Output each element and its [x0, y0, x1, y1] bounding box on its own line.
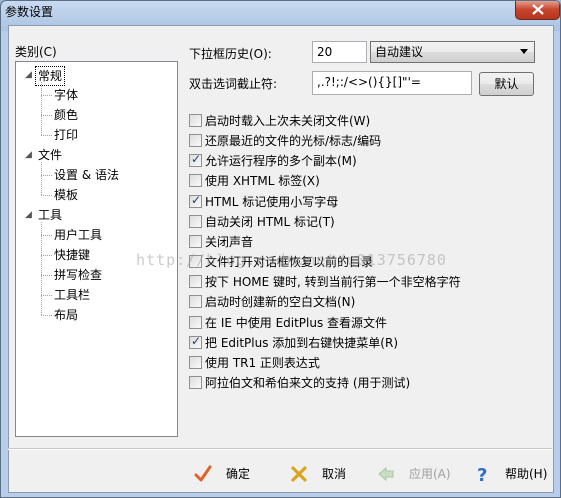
- option-label: 启动时创建新的空白文档(N): [205, 295, 356, 310]
- chevron-down-icon: [520, 49, 528, 54]
- tree-subcategory-item[interactable]: 设置 & 语法: [54, 166, 119, 184]
- tree-connector: [41, 95, 52, 96]
- option-label: 关闭声音: [205, 234, 254, 249]
- tree-subcategory-item[interactable]: 颜色: [54, 106, 78, 124]
- option-checkbox[interactable]: ✓: [189, 333, 202, 349]
- checkmark-icon: ✓: [191, 333, 202, 348]
- tree-subcategory-item[interactable]: 用户工具: [54, 226, 102, 244]
- checkmark-icon: ✓: [191, 192, 202, 207]
- title-bar: 参数设置: [1, 1, 560, 25]
- option-checkbox[interactable]: [189, 375, 202, 389]
- option-checkbox[interactable]: [189, 174, 202, 188]
- option-checkbox[interactable]: [189, 275, 202, 289]
- option-checkbox[interactable]: [189, 295, 202, 309]
- ok-label: 确定: [226, 467, 251, 481]
- option-label: 启动时载入上次未关闭文件(W): [205, 114, 371, 128]
- delimiters-label: 双击选词截止符:: [189, 77, 278, 91]
- help-label: 帮助(H): [505, 467, 548, 481]
- question-mark-icon: ?: [477, 465, 487, 483]
- svg-text:?: ?: [477, 465, 487, 483]
- tree-subcategory-item[interactable]: 字体: [54, 86, 78, 104]
- option-label: 使用 XHTML 标签(X): [205, 174, 320, 189]
- tree-connector: [41, 222, 42, 315]
- category-label: 类别(C): [15, 45, 57, 59]
- dialog-window: 参数设置 类别(C) 常规 ◢ 字体 颜色 打印 文件 ◢ 设置 & 语法 模板 工具 ◢ 用户工具快…: [0, 0, 561, 498]
- x-cross-icon: [291, 466, 307, 482]
- tree-connector: [41, 135, 52, 136]
- dropdown-history-input[interactable]: 20: [312, 41, 367, 63]
- option-checkbox[interactable]: [189, 234, 202, 248]
- checkmark-icon: [194, 465, 212, 482]
- option-label: 允许运行程序的多个副本(M): [205, 154, 357, 169]
- option-checkbox[interactable]: ✓: [189, 152, 202, 168]
- help-button[interactable]: ? 帮助(H): [473, 463, 547, 485]
- checkmark-icon: ✓: [191, 152, 202, 167]
- option-label: 阿拉伯文和希伯来文的支持 (用于测试): [205, 375, 411, 390]
- category-tree[interactable]: 常规 ◢ 字体 颜色 打印 文件 ◢ 设置 & 语法 模板 工具 ◢ 用户工具 快捷键 拼写检查 工具栏 布局: [15, 61, 178, 437]
- watermark-text: http://blog.csdn.net/u013756780: [136, 251, 447, 269]
- tree-connector: [41, 195, 52, 196]
- option-label: 自动关闭 HTML 标记(T): [205, 214, 335, 229]
- close-x-icon: [531, 4, 544, 15]
- tree-connector: [41, 255, 52, 256]
- option-checkbox[interactable]: [189, 315, 202, 329]
- window-title: 参数设置: [5, 5, 54, 19]
- cancel-button[interactable]: 取消: [290, 463, 360, 485]
- expand-toggle-icon[interactable]: ◢: [24, 151, 33, 160]
- tree-connector: [41, 315, 52, 316]
- tree-connector: [41, 82, 42, 135]
- tree-subcategory-item[interactable]: 工具栏: [54, 286, 90, 304]
- option-checkbox[interactable]: [189, 355, 202, 369]
- option-checkbox[interactable]: [189, 114, 202, 127]
- apply-label: 应用(A): [409, 467, 451, 481]
- tree-connector: [41, 115, 52, 116]
- option-label: 按下 HOME 键时, 转到当前行第一个非空格字符: [205, 275, 461, 290]
- option-label: HTML 标记使用小写字母: [205, 194, 339, 209]
- apply-button[interactable]: 应用(A): [377, 463, 457, 485]
- option-label: 还原最近的文件的光标/标志/编码: [205, 134, 382, 149]
- tree-subcategory-item[interactable]: 布局: [54, 306, 78, 324]
- dropdown-history-label: 下拉框历史(O):: [189, 47, 272, 61]
- tree-connector: [41, 162, 42, 195]
- delimiters-input[interactable]: ,.?!;:/<>(){}[]"'=: [312, 71, 472, 95]
- footer-separator: [8, 448, 552, 450]
- option-checkbox[interactable]: ✓: [189, 192, 202, 208]
- expand-toggle-icon[interactable]: ◢: [24, 211, 33, 220]
- default-button[interactable]: 默认: [479, 72, 534, 96]
- close-button[interactable]: [515, 1, 560, 20]
- tree-connector: [41, 295, 52, 296]
- dropdown-history-mode-value: 自动建议: [375, 45, 424, 59]
- option-checkbox[interactable]: [189, 214, 202, 228]
- option-label: 在 IE 中使用 EditPlus 查看源文件: [205, 315, 388, 330]
- left-arrow-icon: [378, 466, 394, 482]
- tree-subcategory-item[interactable]: 快捷键: [54, 246, 90, 264]
- option-checkbox[interactable]: [189, 134, 202, 148]
- cancel-label: 取消: [322, 467, 347, 481]
- tree-connector: [41, 175, 52, 176]
- tree-subcategory-item[interactable]: 模板: [54, 186, 78, 204]
- option-label: 把 EditPlus 添加到右键快捷菜单(R): [205, 335, 398, 350]
- option-label: 使用 TR1 正则表达式: [205, 355, 320, 370]
- tree-subcategory-item[interactable]: 拼写检查: [54, 266, 102, 284]
- tree-connector: [41, 275, 52, 276]
- tree-category-item[interactable]: 常规: [35, 66, 66, 86]
- expand-toggle-icon[interactable]: ◢: [24, 71, 33, 80]
- tree-connector: [41, 235, 52, 236]
- ok-button[interactable]: 确定: [194, 463, 264, 485]
- dropdown-history-mode-select[interactable]: 自动建议: [370, 41, 535, 63]
- tree-subcategory-item[interactable]: 打印: [54, 126, 78, 144]
